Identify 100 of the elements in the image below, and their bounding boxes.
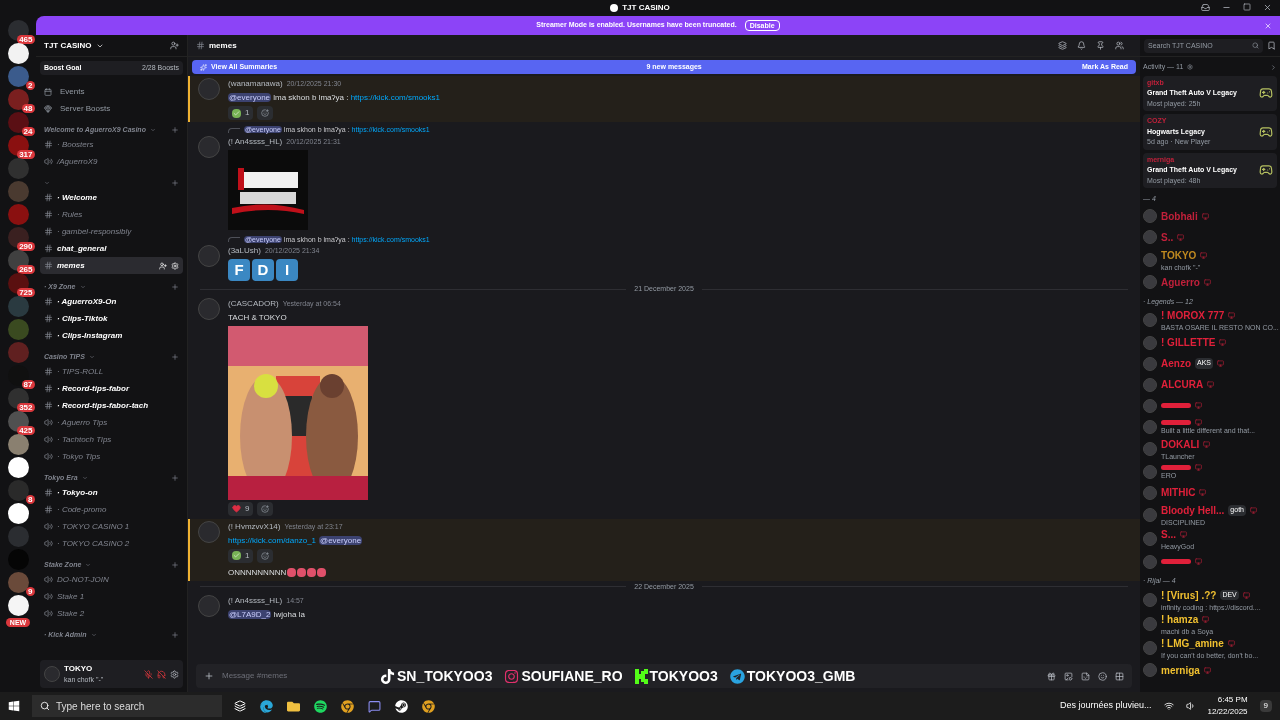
message-composer[interactable]: Message #memes SN_TOKYOO3 SOUFIANE_RO TOKYOO3 TOKYOO3_GMB (196, 664, 1132, 688)
desktop-icon (1219, 339, 1227, 346)
emoji-icon[interactable] (1098, 671, 1107, 681)
close-icon[interactable] (1264, 21, 1272, 30)
telegram-logo-icon (729, 668, 745, 684)
inbox-icon[interactable] (1201, 3, 1210, 12)
reaction-chip[interactable]: 9 (228, 501, 254, 516)
channel-item[interactable]: · Clips-Instagram (40, 327, 183, 344)
wifi-icon[interactable] (1163, 701, 1174, 711)
threads-icon[interactable] (1058, 41, 1067, 50)
start-icon[interactable] (8, 700, 20, 712)
reaction-chip[interactable]: 1 (228, 106, 254, 120)
volume-icon[interactable] (1185, 701, 1196, 711)
close-icon[interactable] (1263, 3, 1272, 12)
channel-item[interactable]: · AguerroX9-On (40, 293, 183, 310)
desktop-icon (1195, 402, 1202, 409)
task-view-icon[interactable] (234, 700, 246, 712)
avatar (198, 78, 220, 100)
clock-date[interactable]: 12/22/2025 (1207, 706, 1248, 718)
app-icon (610, 4, 619, 12)
apps-icon[interactable] (1115, 671, 1124, 681)
settings-icon[interactable] (170, 669, 179, 679)
edge-icon[interactable] (260, 699, 273, 713)
steam-icon[interactable] (395, 699, 408, 713)
member-item[interactable]: ! GILLETTE (1143, 332, 1277, 353)
invite-icon[interactable] (159, 261, 167, 270)
channel-item[interactable]: · TOKYO CASINO 2 (40, 535, 183, 552)
channel-item[interactable]: Stake 2 (40, 605, 183, 622)
nav-item[interactable]: Events (40, 83, 183, 100)
channel-item[interactable]: · Code-promo (40, 501, 183, 518)
nav-item[interactable]: Server Boosts (40, 100, 183, 117)
notification-badge[interactable]: 9 (1259, 700, 1272, 712)
add-reaction-button[interactable] (257, 548, 274, 563)
settings-icon[interactable] (1187, 64, 1194, 71)
member-item[interactable]: MITHIC (1143, 482, 1277, 503)
message-input[interactable]: Message #memes (222, 670, 372, 682)
channel-item[interactable]: · Boosters (40, 136, 183, 153)
member-name: Bobhali (1161, 209, 1198, 224)
author-name[interactable]: (! HvmzvvX14) (228, 520, 281, 533)
weather-text[interactable]: Des journées pluvieu... (1059, 699, 1152, 713)
channel-item[interactable]: · TOKYO CASINO 1 (40, 518, 183, 535)
sticker-icon[interactable] (1081, 671, 1090, 681)
avatar (1143, 554, 1157, 569)
channel-item[interactable]: · Clips-Tiktok (40, 310, 183, 327)
member-item[interactable]: ALCURA (1143, 374, 1277, 395)
gift-icon[interactable] (1047, 671, 1056, 681)
channel-item[interactable]: · Tokyo-on (40, 484, 183, 501)
channel-item[interactable]: · Record-tips-fabor (40, 380, 183, 397)
channel-item[interactable]: chat_general (40, 240, 183, 257)
channel-item[interactable]: · Tachtoch Tips (40, 431, 183, 448)
channel-item[interactable]: Stake 1 (40, 588, 183, 605)
server-icon[interactable] (7, 595, 29, 616)
channel-item[interactable]: · gambel-responsibly (40, 223, 183, 240)
mute-icon[interactable] (144, 669, 153, 679)
channel-item[interactable]: · Record-tips-fabor-tach (40, 397, 183, 414)
channel-item[interactable]: /AguerroX9 (40, 153, 183, 170)
bookmark-icon[interactable] (1267, 41, 1276, 50)
gif-icon[interactable] (1064, 671, 1073, 681)
invite-icon[interactable] (170, 41, 179, 50)
add-reaction-button[interactable] (257, 501, 274, 516)
server-icon[interactable] (7, 457, 29, 478)
spotify-icon[interactable] (314, 699, 327, 713)
member-name: ! GILLETTE (1161, 336, 1216, 350)
author-name[interactable]: (! An4ssss_HL) (228, 135, 283, 148)
channel-item[interactable]: · Tokyo Tips (40, 448, 183, 465)
channel-item[interactable]: memes (40, 257, 183, 274)
desktop-icon (1203, 441, 1211, 448)
chrome-icon[interactable] (422, 699, 435, 713)
author-name[interactable]: (CASCADOR) (228, 297, 279, 310)
chrome-icon[interactable] (341, 699, 354, 713)
folder-icon[interactable] (287, 699, 300, 713)
deafen-icon[interactable] (157, 669, 166, 679)
desktop-icon (1242, 591, 1250, 599)
author-name[interactable]: (wanamanawa) (228, 78, 283, 90)
author-name[interactable]: (! An4ssss_HL) (228, 595, 283, 607)
hash-icon (44, 244, 53, 253)
maximize-icon[interactable] (1243, 3, 1251, 11)
channel-item[interactable]: · Rules (40, 206, 183, 223)
taskbar-search-field[interactable]: Type here to search (32, 695, 222, 717)
reaction-chip[interactable]: 1 (228, 548, 254, 563)
channel-item[interactable]: · Welcome (40, 189, 183, 206)
channel-item[interactable]: · Aguerro Tips (40, 414, 183, 431)
server-icon[interactable] (7, 503, 29, 524)
member-name: S... (1161, 528, 1176, 542)
pin-icon[interactable] (1096, 41, 1105, 50)
author-name[interactable]: (3aLUsh) (228, 245, 261, 257)
member-item[interactable]: merniga (1143, 659, 1277, 681)
add-reaction-button[interactable] (257, 106, 274, 120)
search-icon (1252, 42, 1259, 49)
channel-item[interactable]: DO-NOT-JOIN (40, 571, 183, 588)
members-icon[interactable] (1115, 41, 1124, 50)
channel-item[interactable]: · TIPS-ROLL (40, 363, 183, 380)
bell-icon[interactable] (1077, 41, 1086, 50)
hash-icon (44, 488, 53, 497)
plus-icon[interactable] (204, 671, 214, 681)
chat-app-icon[interactable] (368, 699, 381, 713)
server-name[interactable]: TJT CASINO (44, 39, 92, 52)
clock-time[interactable]: 6:45 PM (1217, 694, 1248, 706)
server-icon[interactable] (7, 43, 29, 64)
avatar (1143, 313, 1157, 327)
